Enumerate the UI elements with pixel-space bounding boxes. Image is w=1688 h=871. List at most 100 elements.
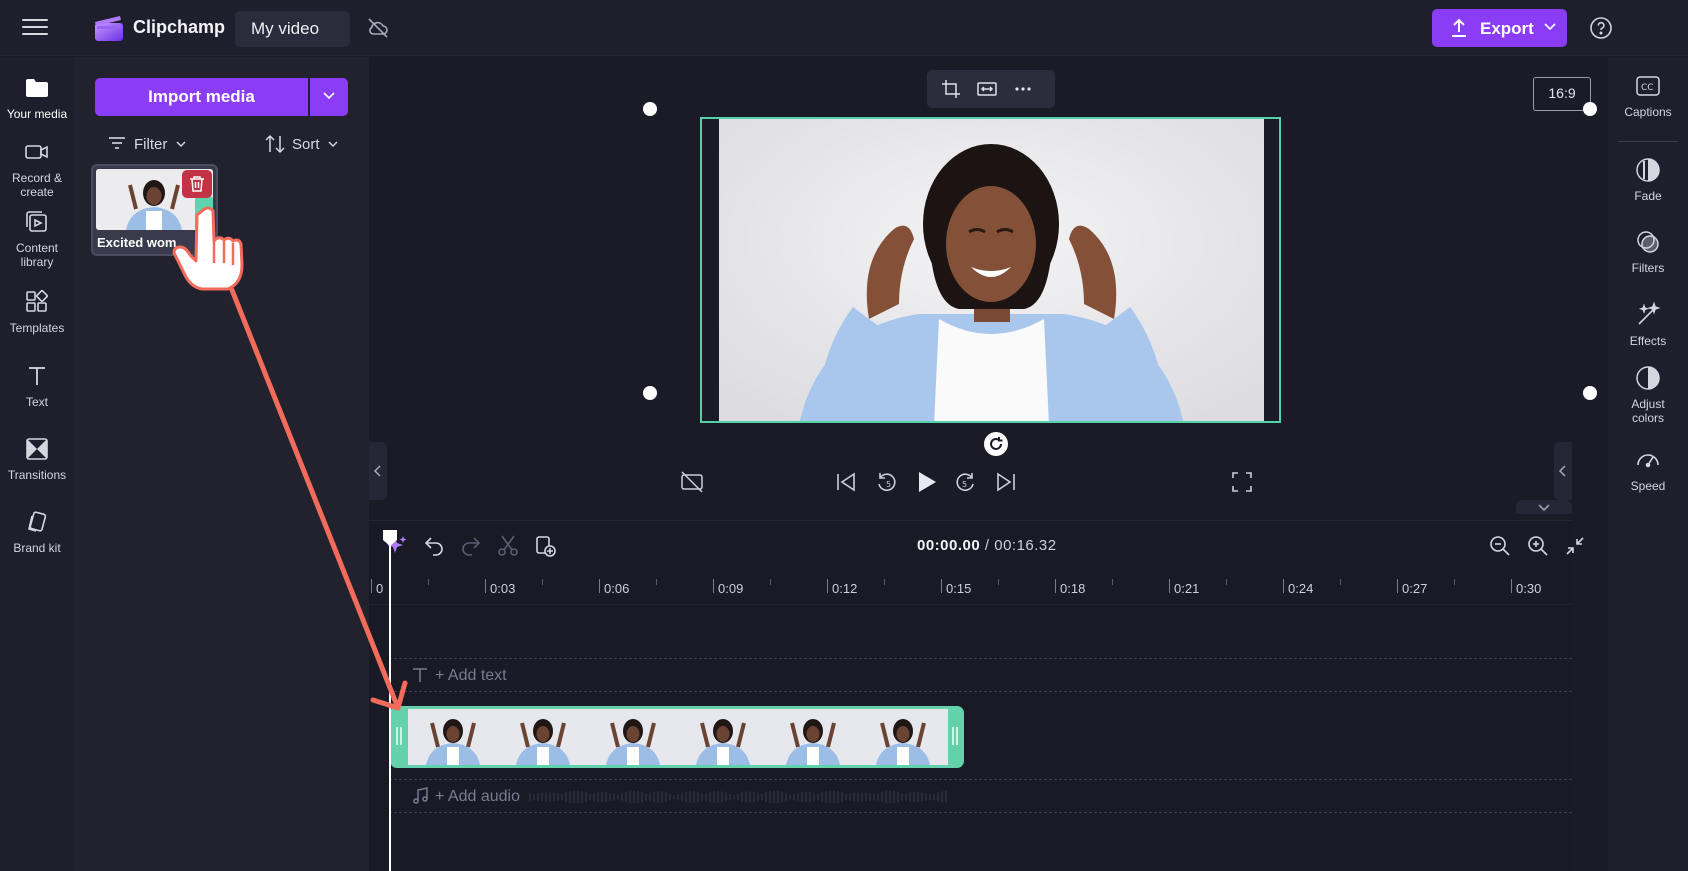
text-icon: [29, 367, 45, 385]
rotate-handle[interactable]: [984, 432, 1008, 456]
waveform-bar: [713, 791, 715, 803]
clip-trim-handle-left[interactable]: [395, 725, 403, 747]
panel-fade[interactable]: Fade: [1608, 157, 1688, 203]
waveform-bar: [585, 792, 587, 802]
add-media-icon[interactable]: [533, 534, 557, 558]
panel-captions[interactable]: CC Captions: [1608, 73, 1688, 119]
waveform-bar: [613, 793, 615, 801]
video-canvas[interactable]: [700, 117, 1281, 423]
panel-filters[interactable]: Filters: [1608, 229, 1688, 275]
ruler-minor-tick: [428, 579, 429, 585]
waveform-bar: [541, 792, 543, 802]
waveform-bar: [809, 792, 811, 802]
resize-handle-bottom-left[interactable]: [643, 386, 657, 400]
audio-track[interactable]: + Add audio: [389, 779, 1572, 813]
resize-handle-top-right[interactable]: [1583, 102, 1597, 116]
play-icon[interactable]: [913, 469, 939, 495]
ruler-tick-label: 0:24: [1288, 581, 1314, 596]
waveform-bar: [905, 793, 907, 801]
text-track[interactable]: + Add text: [389, 658, 1572, 692]
waveform-bar: [717, 790, 719, 804]
import-options-button[interactable]: [310, 78, 348, 116]
clip-thumbnails: [408, 709, 948, 765]
chevron-left-icon: [373, 465, 381, 477]
waveform-bar: [909, 792, 911, 802]
waveform-bar: [565, 792, 567, 802]
export-label: Export: [1480, 19, 1534, 38]
timeline-ruler[interactable]: 0 0:03 0:06 0:09 0:12 0:15 0:18 0:21 0:24 0:27 0:3…: [369, 571, 1572, 605]
waveform-bar: [581, 791, 583, 803]
nav-brand-kit[interactable]: Brand kit: [0, 509, 74, 555]
waveform-bar: [929, 794, 931, 800]
waveform-bar: [733, 794, 735, 800]
library-icon: [26, 211, 47, 232]
clip-frame-thumbnail: [408, 709, 498, 765]
split-scissors-icon[interactable]: [496, 534, 520, 558]
nav-transitions[interactable]: Transitions: [0, 436, 74, 482]
waveform-bar: [637, 791, 639, 803]
ruler-tick: [1055, 579, 1056, 593]
waveform-bar: [913, 791, 915, 803]
waveform-bar: [901, 793, 903, 801]
waveform-bar: [737, 793, 739, 801]
waveform-bar: [817, 793, 819, 801]
ruler-tick-label: 0:30: [1516, 581, 1542, 596]
right-properties-panel: CC Captions Fade Filters Effects Adjust …: [1608, 57, 1688, 871]
waveform-bar: [833, 790, 835, 804]
waveform-bar: [885, 790, 887, 804]
nav-your-media[interactable]: Your media: [0, 75, 74, 121]
ruler-tick-label: 0:21: [1174, 581, 1200, 596]
collapse-timeline-button[interactable]: [1516, 500, 1572, 514]
skip-forward-icon[interactable]: [993, 469, 1019, 495]
ruler-minor-tick: [1340, 579, 1341, 585]
nav-templates[interactable]: Templates: [0, 289, 74, 335]
export-button[interactable]: Export: [1432, 9, 1567, 47]
help-icon[interactable]: [1589, 16, 1613, 40]
delete-media-button[interactable]: [182, 170, 212, 198]
project-name-field[interactable]: My video: [235, 11, 350, 47]
playhead-line[interactable]: [389, 540, 391, 871]
waveform-bar: [857, 792, 859, 802]
collapse-right-panel-button[interactable]: [1554, 442, 1572, 500]
waveform-bar: [749, 791, 751, 803]
nav-record-create[interactable]: Record & create: [0, 139, 74, 199]
rewind-5-icon[interactable]: 5: [873, 469, 899, 495]
chevron-down-icon: [176, 141, 186, 147]
undo-icon[interactable]: [422, 534, 446, 558]
waveform-bar: [577, 790, 579, 804]
redo-icon[interactable]: [459, 534, 483, 558]
waveform-bar: [729, 794, 731, 800]
aspect-ratio-button[interactable]: 16:9: [1533, 77, 1591, 111]
collapse-left-panel-button[interactable]: [369, 442, 387, 500]
skip-back-icon[interactable]: [833, 469, 859, 495]
resize-handle-top-left[interactable]: [643, 102, 657, 116]
nav-content-library[interactable]: Content library: [0, 209, 74, 269]
forward-5-icon[interactable]: 5: [953, 469, 979, 495]
speed-icon: [1637, 454, 1659, 468]
fullscreen-icon[interactable]: [1229, 469, 1255, 495]
waveform-bar: [813, 792, 815, 802]
import-media-button[interactable]: Import media: [95, 78, 308, 116]
nav-text[interactable]: Text: [0, 363, 74, 409]
ruler-tick-label: 0:06: [604, 581, 630, 596]
cloud-offline-icon[interactable]: [366, 16, 390, 40]
zoom-in-icon[interactable]: [1526, 534, 1550, 558]
media-panel: Import media Filter Sort Excited wom: [74, 57, 369, 871]
panel-speed[interactable]: Speed: [1608, 447, 1688, 493]
fade-icon: [1636, 158, 1660, 182]
fit-timeline-icon[interactable]: [1563, 534, 1587, 558]
waveform-bar: [893, 790, 895, 804]
panel-adjust-colors[interactable]: Adjust colors: [1608, 365, 1688, 425]
ruler-tick: [1397, 579, 1398, 593]
zoom-out-icon[interactable]: [1488, 534, 1512, 558]
captions-off-icon[interactable]: [679, 469, 705, 495]
clip-trim-handle-right[interactable]: [951, 725, 959, 747]
panel-effects[interactable]: Effects: [1608, 302, 1688, 348]
video-clip[interactable]: [390, 706, 964, 768]
ruler-minor-tick: [770, 579, 771, 585]
hamburger-menu-icon[interactable]: [20, 14, 50, 42]
video-frame-image: [719, 119, 1264, 421]
waveform-bar: [545, 792, 547, 802]
panel-label: Filters: [1631, 261, 1665, 275]
resize-handle-bottom-right[interactable]: [1583, 386, 1597, 400]
